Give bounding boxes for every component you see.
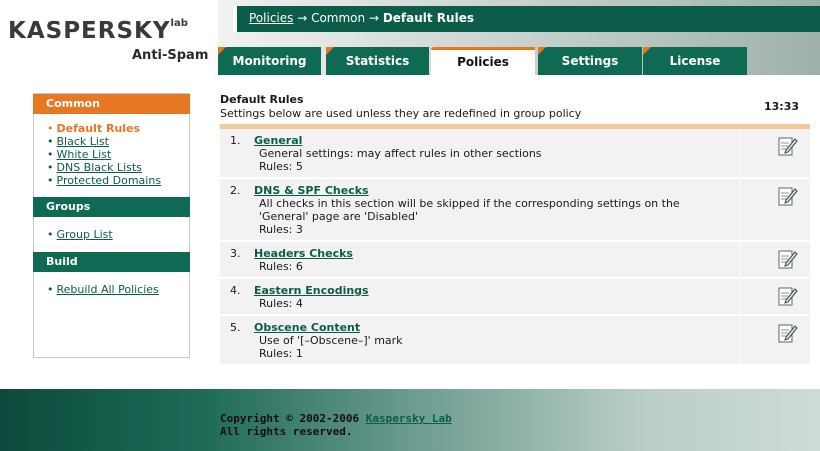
- sidebar: Common • Default Rules • Black List • White…: [33, 93, 190, 358]
- rule-count: Rules: 3: [259, 223, 303, 236]
- bullet-icon: •: [47, 228, 54, 241]
- sidebar-list-build: • Rebuild All Policies: [34, 272, 189, 306]
- bullet-icon: •: [47, 135, 54, 148]
- tab-license[interactable]: License: [643, 47, 747, 75]
- rule-link-eastern-encodings[interactable]: Eastern Encodings: [254, 284, 369, 297]
- row-divider: [739, 316, 740, 364]
- rule-number: 3.: [230, 247, 241, 260]
- rule-link-headers-checks[interactable]: Headers Checks: [254, 247, 353, 260]
- edit-icon[interactable]: [778, 135, 798, 157]
- rule-link-obscene-content[interactable]: Obscene Content: [254, 321, 360, 334]
- sidebar-item-default-rules[interactable]: • Default Rules: [47, 122, 189, 135]
- logo-area: KASPERSKYlab Anti-Spam: [0, 0, 218, 75]
- rule-number: 2.: [230, 184, 241, 197]
- sidebar-heading-build: Build: [33, 252, 190, 272]
- rule-number: 5.: [230, 321, 241, 334]
- edit-icon[interactable]: [778, 248, 798, 270]
- rule-count: Rules: 4: [259, 297, 303, 310]
- edit-icon[interactable]: [778, 322, 798, 344]
- sidebar-item-rebuild-all-policies[interactable]: • Rebuild All Policies: [47, 283, 189, 296]
- rule-body: Obscene Content Use of '[–Obscene–]' mar…: [254, 320, 724, 360]
- rule-row-general: 1. General General settings: may affect …: [220, 129, 810, 179]
- kaspersky-logo: KASPERSKYlab: [8, 18, 188, 44]
- rule-description: Use of '[–Obscene–]' mark: [259, 334, 403, 347]
- rule-body: Eastern Encodings Rules: 4: [254, 283, 724, 310]
- sidebar-item-black-list[interactable]: • Black List: [47, 135, 189, 148]
- rule-row-eastern: 4. Eastern Encodings Rules: 4: [220, 279, 810, 316]
- sidebar-item-dns-black-lists[interactable]: • DNS Black Lists: [47, 161, 189, 174]
- breadcrumb-common: Common: [311, 11, 366, 25]
- sidebar-link-black-list[interactable]: Black List: [57, 135, 110, 148]
- rule-number: 4.: [230, 284, 241, 297]
- sidebar-heading-groups: Groups: [33, 197, 190, 217]
- rule-count: Rules: 1: [259, 347, 303, 360]
- edit-icon[interactable]: [778, 185, 798, 207]
- logo-text: KASPERSKY: [8, 18, 171, 44]
- sidebar-heading-common: Common: [33, 94, 190, 114]
- sidebar-link-protected-domains[interactable]: Protected Domains: [57, 174, 162, 187]
- sidebar-item-protected-domains[interactable]: • Protected Domains: [47, 174, 189, 187]
- rule-row-obscene: 5. Obscene Content Use of '[–Obscene–]' …: [220, 316, 810, 366]
- rule-body: General General settings: may affect rul…: [254, 133, 724, 173]
- rule-number: 1.: [230, 134, 241, 147]
- rule-count: Rules: 5: [259, 160, 303, 173]
- sidebar-link-white-list[interactable]: White List: [57, 148, 112, 161]
- rule-row-dns-spf: 2. DNS & SPF Checks All checks in this s…: [220, 179, 810, 242]
- main-content: Default Rules Settings below are used un…: [220, 93, 810, 366]
- breadcrumb-current: Default Rules: [382, 11, 474, 25]
- edit-icon[interactable]: [778, 285, 798, 307]
- footer-text: Copyright © 2002-2006 Kaspersky Lab All …: [220, 412, 452, 438]
- footer: Copyright © 2002-2006 Kaspersky Lab All …: [0, 389, 820, 451]
- row-divider: [739, 179, 740, 240]
- tab-statistics[interactable]: Statistics: [326, 47, 429, 75]
- tab-settings[interactable]: Settings: [538, 47, 642, 75]
- header: KASPERSKYlab Anti-Spam Policies → Common…: [0, 0, 820, 75]
- rule-row-headers: 3. Headers Checks Rules: 6: [220, 242, 810, 279]
- sidebar-list-groups: • Group List: [34, 217, 189, 252]
- sidebar-item-group-list[interactable]: • Group List: [47, 228, 189, 241]
- breadcrumb-separator: →: [293, 11, 312, 25]
- bullet-icon: •: [47, 174, 54, 187]
- tab-monitoring[interactable]: Monitoring: [218, 47, 321, 75]
- bullet-icon: •: [47, 161, 54, 174]
- rule-body: DNS & SPF Checks All checks in this sect…: [254, 183, 724, 236]
- row-divider: [739, 279, 740, 314]
- product-name: Anti-Spam: [132, 48, 209, 63]
- kaspersky-lab-link[interactable]: Kaspersky Lab: [366, 412, 452, 425]
- rule-count: Rules: 6: [259, 260, 303, 273]
- sidebar-item-white-list[interactable]: • White List: [47, 148, 189, 161]
- sidebar-link-dns-black-lists[interactable]: DNS Black Lists: [57, 161, 142, 174]
- bullet-icon: •: [47, 148, 54, 161]
- bullet-icon: •: [47, 283, 54, 296]
- sidebar-link-default-rules[interactable]: Default Rules: [57, 122, 141, 135]
- rule-body: Headers Checks Rules: 6: [254, 246, 724, 273]
- row-divider: [739, 129, 740, 177]
- page-title: Default Rules: [220, 93, 304, 106]
- sidebar-list-common: • Default Rules • Black List • White List •…: [34, 114, 189, 197]
- logo-lab: lab: [170, 18, 188, 29]
- breadcrumb-link-policies[interactable]: Policies: [249, 11, 293, 25]
- rule-description: General settings: may affect rules in ot…: [259, 147, 542, 160]
- copyright-text: Copyright © 2002-2006: [220, 412, 366, 425]
- bullet-icon: •: [47, 122, 54, 135]
- sidebar-link-group-list[interactable]: Group List: [57, 228, 113, 241]
- sidebar-link-rebuild-all-policies[interactable]: Rebuild All Policies: [57, 283, 159, 296]
- rule-description: All checks in this section will be skipp…: [259, 197, 680, 223]
- row-divider: [739, 242, 740, 277]
- rights-text: All rights reserved.: [220, 425, 353, 438]
- tab-policies[interactable]: Policies: [431, 47, 535, 75]
- breadcrumb-separator: →: [365, 11, 383, 25]
- rule-link-general[interactable]: General: [254, 134, 302, 147]
- clock: 13:33: [764, 100, 800, 113]
- page-subtitle: Settings below are used unless they are …: [220, 107, 582, 120]
- breadcrumb: Policies → Common → Default Rules: [233, 6, 820, 32]
- rule-link-dns-spf-checks[interactable]: DNS & SPF Checks: [254, 184, 369, 197]
